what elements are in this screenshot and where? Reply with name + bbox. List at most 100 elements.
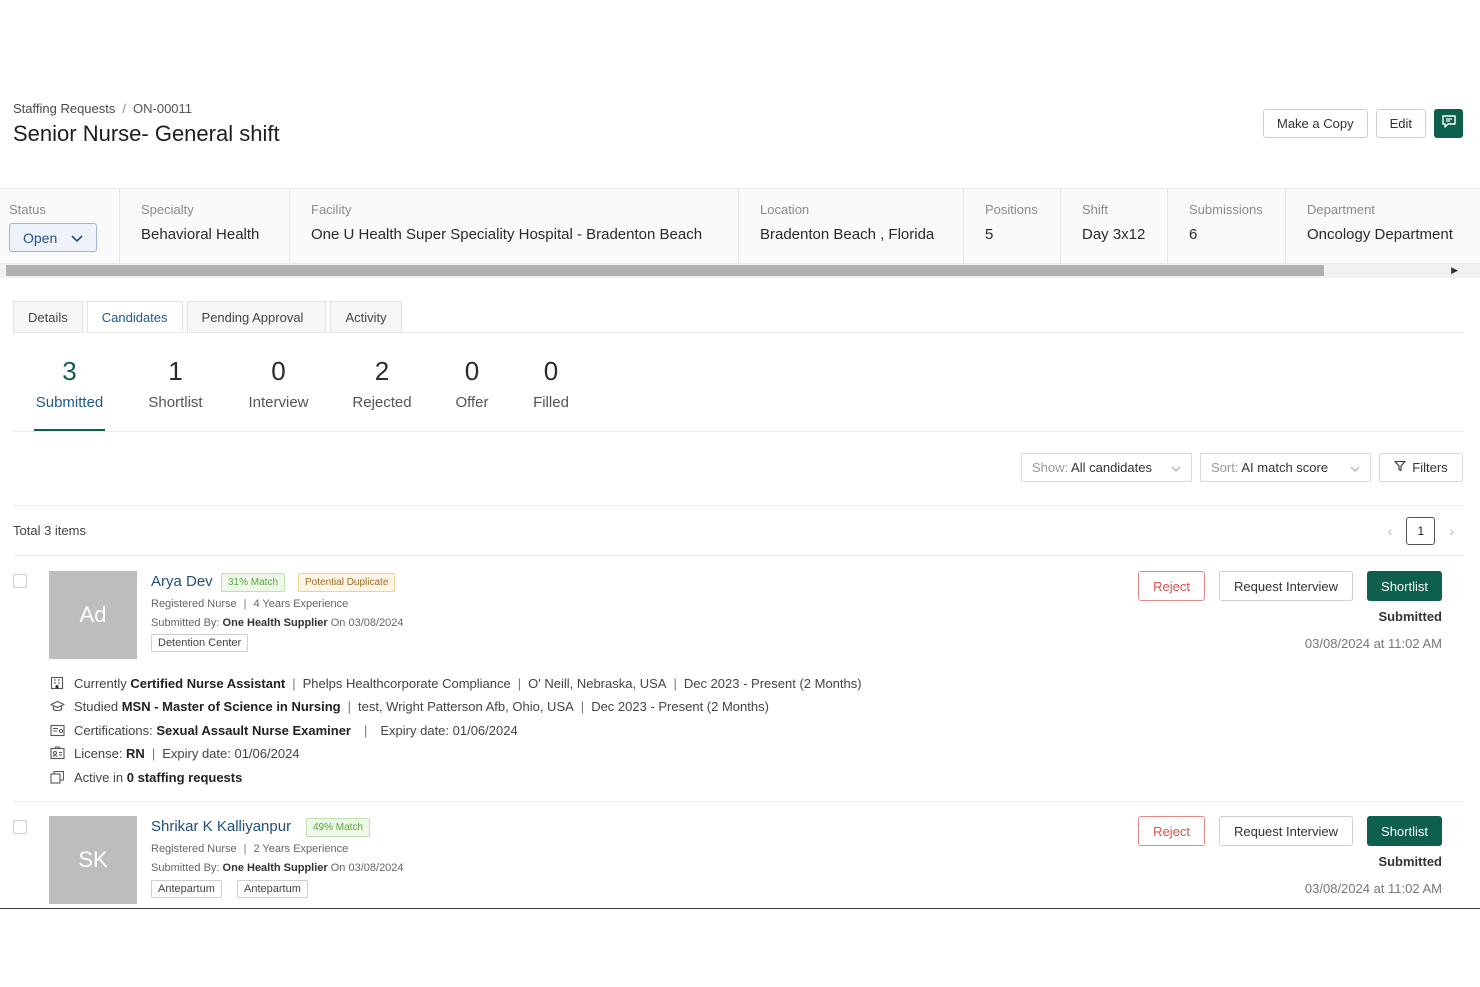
previous-page-icon[interactable]: ‹ xyxy=(1388,523,1393,539)
stat-shortlist[interactable]: 1 Shortlist xyxy=(126,356,225,411)
horizontal-scrollbar[interactable]: ▶ xyxy=(0,264,1480,278)
stat-label: Shortlist xyxy=(148,394,203,411)
candidate-actions: Reject Request Interview Shortlist xyxy=(1138,816,1442,846)
education-school: test, Wright Patterson Afb, Ohio, USA xyxy=(357,698,574,714)
license-expiry: Expiry date: 01/06/2024 xyxy=(162,745,300,761)
candidate-tag: Antepartum xyxy=(151,880,222,898)
specialty-label: Specialty xyxy=(141,202,194,217)
education-row: Studied MSN - Master of Science in Nursi… xyxy=(49,698,769,714)
sort-prefix: Sort: xyxy=(1211,460,1239,475)
certifications-label: Certifications: xyxy=(74,722,153,738)
stat-filled[interactable]: 0 Filled xyxy=(512,356,590,411)
submitted-by-label: Submitted By: xyxy=(151,617,220,629)
stat-label: Offer xyxy=(455,394,489,411)
shortlist-button[interactable]: Shortlist xyxy=(1367,571,1442,601)
positions-value: 5 xyxy=(985,226,994,243)
license-row: License: RN | Expiry date: 01/06/2024 xyxy=(49,745,300,761)
education-prefix: Studied xyxy=(74,698,119,714)
stat-count: 3 xyxy=(62,356,77,386)
candidate-experience: 4 Years Experience xyxy=(253,598,349,610)
certification-name: Sexual Assault Nurse Examiner xyxy=(156,722,351,738)
status-column: Status Open xyxy=(0,189,120,263)
reject-button[interactable]: Reject xyxy=(1138,816,1205,846)
department-label: Department xyxy=(1307,202,1375,217)
candidate-date: 03/08/2024 at 11:02 AM xyxy=(1304,881,1442,896)
department-value: Oncology Department xyxy=(1307,226,1453,243)
submitted-by-supplier: One Health Supplier xyxy=(222,862,328,874)
department-column: Department Oncology Department xyxy=(1286,189,1480,263)
candidate-tag: Detention Center xyxy=(151,634,249,652)
show-candidates-select[interactable]: Show: All candidates xyxy=(1021,453,1192,482)
make-a-copy-button[interactable]: Make a Copy xyxy=(1263,109,1368,138)
location-value: Bradenton Beach , Florida xyxy=(760,226,935,243)
education-degree: MSN - Master of Science in Nursing xyxy=(121,698,341,714)
tab-activity[interactable]: Activity xyxy=(330,301,402,333)
shift-column: Shift Day 3x12 xyxy=(1061,189,1168,263)
candidate-name-link[interactable]: Arya Dev xyxy=(151,573,213,590)
tabs-divider xyxy=(13,332,1464,333)
candidate-checkbox[interactable] xyxy=(13,574,27,588)
work-prefix: Currently xyxy=(74,675,127,691)
status-dropdown[interactable]: Open xyxy=(9,223,97,252)
sort-value: AI match score xyxy=(1241,460,1329,475)
candidate-status: Submitted xyxy=(1378,609,1442,624)
breadcrumb-separator: / xyxy=(122,101,127,116)
filter-divider xyxy=(13,505,1464,506)
submissions-column: Submissions 6 xyxy=(1168,189,1286,263)
potential-duplicate-badge[interactable]: Potential Duplicate xyxy=(298,573,396,592)
sort-select[interactable]: Sort: AI match score xyxy=(1200,453,1371,482)
tab-candidates[interactable]: Candidates xyxy=(86,301,183,333)
stat-count: 1 xyxy=(168,356,183,386)
stat-submitted[interactable]: 3 Submitted xyxy=(13,356,126,411)
next-page-icon[interactable]: › xyxy=(1449,523,1454,539)
request-interview-button[interactable]: Request Interview xyxy=(1218,571,1354,601)
app-frame: Staffing Requests / ON-00011 Senior Nurse-… xyxy=(0,0,1480,909)
chat-icon xyxy=(1441,113,1457,134)
avatar: SK xyxy=(49,816,137,904)
tab-pending-approval[interactable]: Pending Approval xyxy=(186,301,327,333)
edit-button[interactable]: Edit xyxy=(1375,109,1426,138)
positions-label: Positions xyxy=(985,202,1038,217)
scrollbar-thumb[interactable] xyxy=(6,265,1324,276)
candidate-actions: Reject Request Interview Shortlist xyxy=(1138,571,1442,601)
show-prefix: Show: xyxy=(1032,460,1069,475)
chat-button[interactable] xyxy=(1434,109,1463,138)
stat-count: 0 xyxy=(543,356,559,386)
work-location: O' Neill, Nebraska, USA xyxy=(528,675,667,691)
specialty-value: Behavioral Health xyxy=(141,226,260,243)
filters-button[interactable]: Filters xyxy=(1379,453,1463,482)
license-label: License: xyxy=(74,745,123,761)
chevron-down-icon xyxy=(1350,460,1360,475)
reject-button[interactable]: Reject xyxy=(1138,571,1205,601)
candidate-role-line: Registered Nurse | 4 Years Experience xyxy=(151,598,349,610)
active-requests-count: 0 staffing requests xyxy=(126,769,243,785)
location-column: Location Bradenton Beach , Florida xyxy=(739,189,964,263)
pagination: ‹ 1 › xyxy=(1388,517,1454,545)
submitted-on: On 03/08/2024 xyxy=(330,862,404,874)
submitted-by-line: Submitted By: One Health Supplier On 03/… xyxy=(151,862,404,874)
scroll-right-arrow-icon[interactable]: ▶ xyxy=(1451,265,1458,276)
submitted-by-label: Submitted By: xyxy=(151,862,220,874)
breadcrumb-parent-link[interactable]: Staffing Requests xyxy=(13,101,115,116)
work-history-row: Currently Certified Nurse Assistant | Phel… xyxy=(49,675,862,691)
active-requests-row: Active in 0 staffing requests xyxy=(49,769,242,785)
certification-expiry: Expiry date: 01/06/2024 xyxy=(380,722,518,738)
shortlist-button[interactable]: Shortlist xyxy=(1367,816,1442,846)
filter-icon xyxy=(1394,460,1406,475)
request-interview-button[interactable]: Request Interview xyxy=(1218,816,1354,846)
total-items-count: Total 3 items xyxy=(13,523,86,538)
stat-offer[interactable]: 0 Offer xyxy=(432,356,512,411)
current-page-button[interactable]: 1 xyxy=(1406,517,1436,545)
candidate-name-link[interactable]: Shrikar K Kalliyanpur xyxy=(151,818,291,835)
chevron-down-icon xyxy=(1171,460,1181,475)
candidate-checkbox[interactable] xyxy=(13,820,27,834)
license-value: RN xyxy=(126,745,145,761)
candidate-tag: Antepartum xyxy=(237,880,308,898)
stat-interview[interactable]: 0 Interview xyxy=(225,356,332,411)
tab-details[interactable]: Details xyxy=(13,301,83,333)
status-value: Open xyxy=(23,229,58,246)
work-dates: Dec 2023 - Present (2 Months) xyxy=(683,675,862,691)
work-organization: Phelps Healthcorporate Compliance xyxy=(302,675,511,691)
candidate-date: 03/08/2024 at 11:02 AM xyxy=(1304,636,1442,651)
stat-rejected[interactable]: 2 Rejected xyxy=(332,356,432,411)
